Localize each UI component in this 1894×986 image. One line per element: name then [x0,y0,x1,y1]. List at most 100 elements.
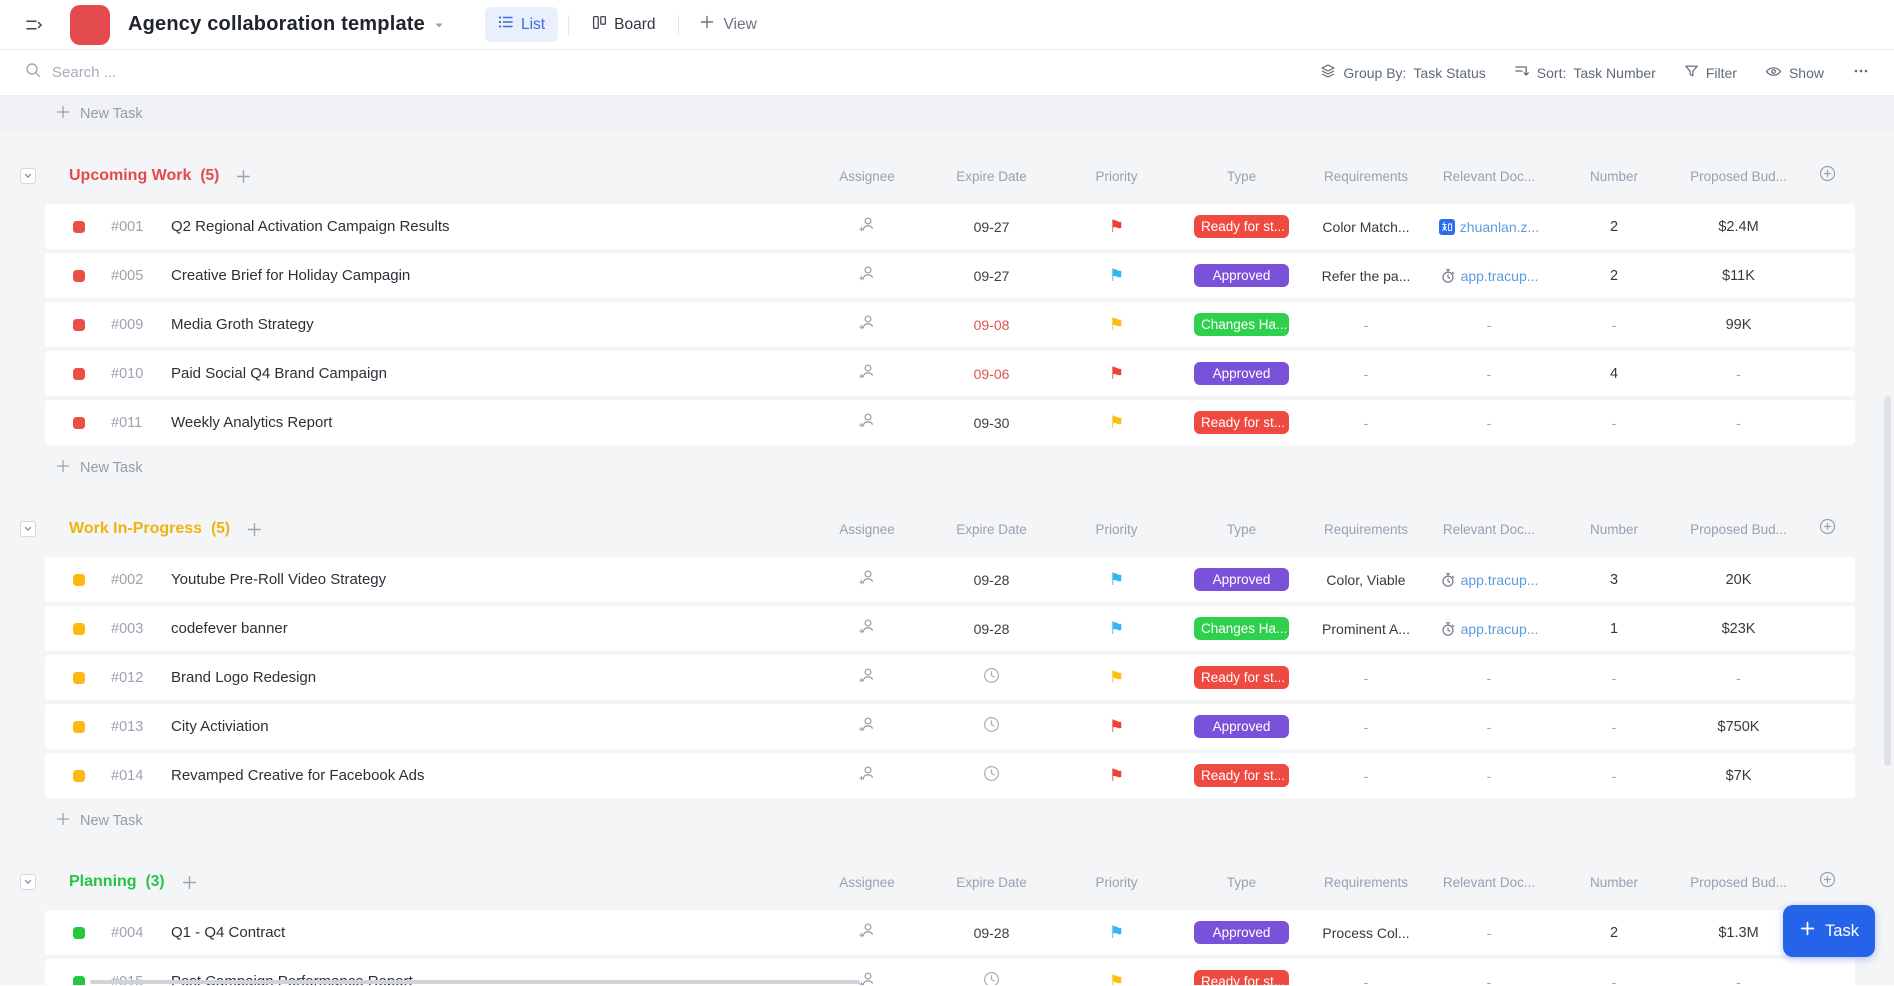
assignee-cell[interactable] [805,666,929,690]
table-row[interactable]: #003codefever banner09-28⚑Changes Ha...P… [45,606,1855,651]
type-cell[interactable]: Ready for st... [1179,666,1304,689]
priority-cell[interactable]: ⚑ [1054,924,1179,941]
requirements-cell[interactable]: - [1304,719,1428,735]
priority-cell[interactable]: ⚑ [1054,571,1179,588]
task-status-dot[interactable] [73,368,85,380]
priority-cell[interactable]: ⚑ [1054,767,1179,784]
task-title[interactable]: Creative Brief for Holiday Campagin [171,267,410,284]
task-title[interactable]: Media Groth Strategy [171,316,314,333]
type-cell[interactable]: Approved [1179,568,1304,591]
table-row[interactable]: #011Weekly Analytics Report09-30⚑Ready f… [45,400,1855,445]
task-status-dot[interactable] [73,770,85,782]
assignee-cell[interactable] [805,313,929,337]
priority-cell[interactable]: ⚑ [1054,718,1179,735]
number-cell[interactable]: 2 [1550,219,1678,235]
number-cell[interactable]: 3 [1550,572,1678,588]
assignee-cell[interactable] [805,362,929,386]
assignee-cell[interactable] [805,715,929,739]
type-cell[interactable]: Approved [1179,264,1304,287]
number-cell[interactable]: - [1550,415,1678,431]
task-status-dot[interactable] [73,319,85,331]
task-title[interactable]: Brand Logo Redesign [171,669,316,686]
relevant-doc-link[interactable]: app.tracup... [1440,268,1539,284]
task-status-dot[interactable] [73,721,85,733]
expire-date-cell[interactable]: 09-30 [929,415,1054,431]
priority-cell[interactable]: ⚑ [1054,316,1179,333]
task-title[interactable]: Weekly Analytics Report [171,414,332,431]
search-input[interactable] [52,64,472,81]
requirements-cell[interactable]: Process Col... [1304,925,1428,941]
assignee-cell[interactable] [805,764,929,788]
task-status-dot[interactable] [73,270,85,282]
expire-date-cell[interactable] [929,970,1054,986]
relevant-doc-link[interactable]: app.tracup... [1440,572,1539,588]
add-column-icon[interactable] [1819,165,1836,187]
type-cell[interactable]: Changes Ha... [1179,313,1304,336]
relevant-doc-link[interactable]: zhuanlan.z... [1439,219,1539,235]
proposed-budget-cell[interactable]: $7K [1678,768,1799,784]
expire-date-cell[interactable]: 09-08 [929,317,1054,333]
type-cell[interactable]: Changes Ha... [1179,617,1304,640]
requirements-cell[interactable]: - [1304,768,1428,784]
collapse-chevron-icon[interactable] [20,874,36,890]
task-status-dot[interactable] [73,927,85,939]
assignee-cell[interactable] [805,617,929,641]
priority-cell[interactable]: ⚑ [1054,218,1179,235]
assignee-cell[interactable] [805,921,929,945]
task-status-dot[interactable] [73,672,85,684]
relevant-doc-cell[interactable]: app.tracup... [1428,621,1550,637]
vertical-scrollbar[interactable] [1884,396,1891,766]
group-by-control[interactable]: Group By: Task Status [1320,63,1485,82]
number-cell[interactable]: 2 [1550,925,1678,941]
expire-date-cell[interactable]: 09-28 [929,925,1054,941]
relevant-doc-cell[interactable]: - [1428,925,1550,941]
requirements-cell[interactable]: - [1304,670,1428,686]
type-cell[interactable]: Approved [1179,715,1304,738]
assignee-cell[interactable] [805,264,929,288]
requirements-cell[interactable]: Prominent A... [1304,621,1428,637]
collapse-chevron-icon[interactable] [20,521,36,537]
table-row[interactable]: #013City Activiation⚑Approved---$750K [45,704,1855,749]
type-cell[interactable]: Ready for st... [1179,411,1304,434]
add-task-to-group-icon[interactable] [235,168,252,185]
expire-date-cell[interactable] [929,666,1054,690]
proposed-budget-cell[interactable]: $2.4M [1678,219,1799,235]
assignee-cell[interactable] [805,568,929,592]
task-status-dot[interactable] [73,221,85,233]
priority-cell[interactable]: ⚑ [1054,414,1179,431]
number-cell[interactable]: - [1550,768,1678,784]
requirements-cell[interactable]: - [1304,366,1428,382]
relevant-doc-cell[interactable]: - [1428,317,1550,333]
type-cell[interactable]: Approved [1179,921,1304,944]
assignee-cell[interactable] [805,411,929,435]
requirements-cell[interactable]: - [1304,974,1428,986]
new-task-button[interactable]: New Task [0,806,1894,836]
priority-cell[interactable]: ⚑ [1054,267,1179,284]
requirements-cell[interactable]: Color Match... [1304,219,1428,235]
table-row[interactable]: #005Creative Brief for Holiday Campagin0… [45,253,1855,298]
number-cell[interactable]: 1 [1550,621,1678,637]
requirements-cell[interactable]: - [1304,317,1428,333]
relevant-doc-cell[interactable]: - [1428,719,1550,735]
add-view-button[interactable]: View [699,14,756,35]
add-task-fab-button[interactable]: Task [1783,905,1875,957]
task-status-dot[interactable] [73,574,85,586]
horizontal-scrollbar[interactable] [90,980,860,984]
type-cell[interactable]: Ready for st... [1179,764,1304,787]
expire-date-cell[interactable]: 09-27 [929,219,1054,235]
relevant-doc-cell[interactable]: - [1428,366,1550,382]
type-cell[interactable]: Ready for st... [1179,215,1304,238]
priority-cell[interactable]: ⚑ [1054,973,1179,985]
requirements-cell[interactable]: Color, Viable [1304,572,1428,588]
expire-date-cell[interactable]: 09-27 [929,268,1054,284]
task-title[interactable]: Paid Social Q4 Brand Campaign [171,365,387,382]
proposed-budget-cell[interactable]: $750K [1678,719,1799,735]
task-title[interactable]: Youtube Pre-Roll Video Strategy [171,571,386,588]
task-status-dot[interactable] [73,623,85,635]
proposed-budget-cell[interactable]: 99K [1678,317,1799,333]
add-column-icon[interactable] [1819,518,1836,540]
proposed-budget-cell[interactable]: $1.3M [1678,925,1799,941]
show-control[interactable]: Show [1765,63,1824,83]
type-cell[interactable]: Ready for st... [1179,970,1304,985]
type-cell[interactable]: Approved [1179,362,1304,385]
